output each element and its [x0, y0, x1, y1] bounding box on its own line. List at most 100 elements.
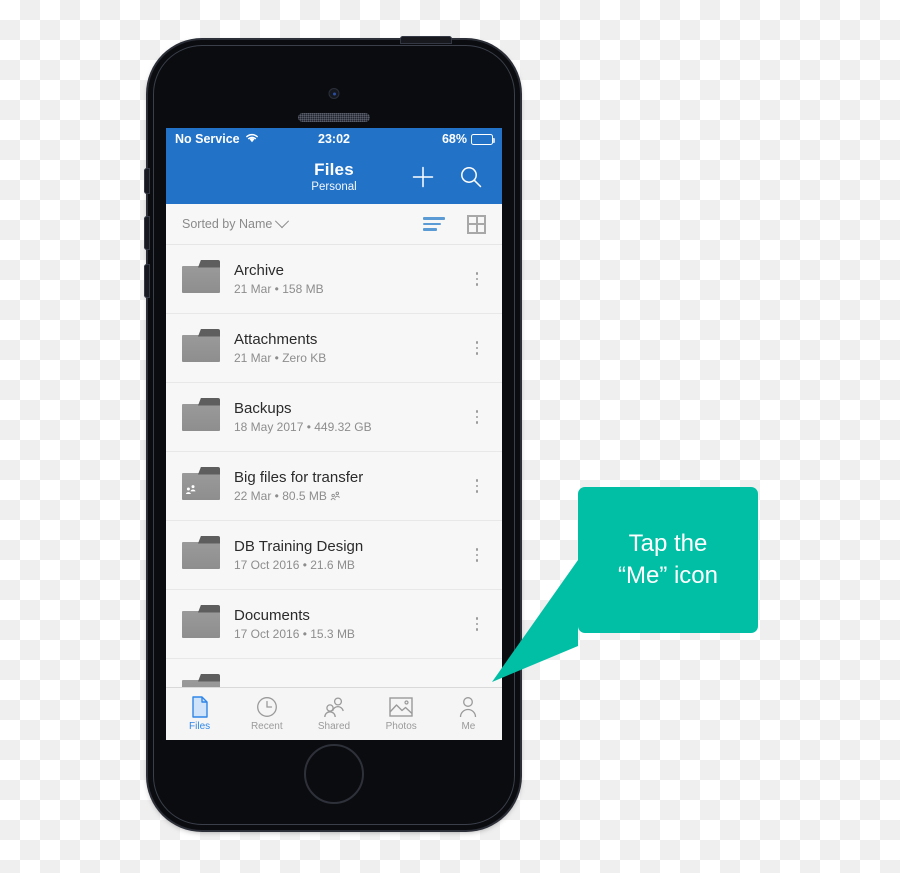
file-row[interactable]: Attachments 21 Mar • Zero KB [166, 314, 502, 383]
file-row[interactable]: Documents 17 Oct 2016 • 15.3 MB [166, 590, 502, 659]
person-icon [458, 696, 478, 718]
sort-dropdown[interactable]: Sorted by Name [182, 214, 290, 231]
mute-switch[interactable] [144, 168, 150, 194]
clock-icon [256, 696, 278, 718]
file-meta: 17 Oct 2016 • 21.6 MB [234, 558, 466, 572]
plus-icon[interactable] [410, 164, 436, 190]
file-row[interactable]: Backups 18 May 2017 • 449.32 GB [166, 383, 502, 452]
photo-icon [389, 696, 413, 718]
file-list: Archive 21 Mar • 158 MB Attachments 21 Mar … [166, 245, 502, 728]
menu-dot [475, 484, 479, 488]
tab-photos[interactable]: Photos [368, 696, 435, 732]
chevron-down-icon [275, 214, 290, 229]
menu-dot [475, 479, 479, 482]
file-name: Backups [234, 400, 292, 417]
file-row[interactable]: Archive 21 Mar • 158 MB [166, 245, 502, 314]
people-icon [185, 484, 197, 498]
file-row[interactable]: Big files for transfer 22 Mar • 80.5 MB [166, 452, 502, 521]
folder-icon [182, 403, 220, 431]
tab-label: Photos [385, 721, 417, 732]
row-overflow-menu-icon[interactable] [466, 479, 488, 493]
folder-icon [182, 334, 220, 362]
file-text: DB Training Design 17 Oct 2016 • 21.6 MB [234, 538, 466, 572]
list-line [423, 222, 441, 226]
tab-me[interactable]: Me [435, 696, 502, 732]
menu-dot [475, 352, 479, 355]
file-meta-text: 21 Mar • Zero KB [234, 351, 327, 365]
file-row[interactable]: DB Training Design 17 Oct 2016 • 21.6 MB [166, 521, 502, 590]
folder-icon [182, 265, 220, 293]
status-bar: No Service 23:02 68% [166, 128, 502, 150]
file-meta: 21 Mar • Zero KB [234, 351, 466, 365]
menu-dot [475, 272, 479, 275]
iphone-device: No Service 23:02 68% Files Personal Sort… [144, 36, 520, 830]
file-meta-text: 22 Mar • 80.5 MB [234, 489, 327, 503]
file-meta: 17 Oct 2016 • 15.3 MB [234, 627, 466, 641]
menu-dot [475, 622, 479, 626]
menu-dot [475, 421, 479, 424]
tab-label: Me [461, 721, 476, 732]
earpiece-speaker-icon [298, 113, 370, 122]
file-name: DB Training Design [234, 538, 364, 555]
document-icon [190, 696, 210, 718]
list-line [423, 228, 437, 231]
folder-icon [182, 472, 220, 500]
list-view-icon[interactable] [423, 217, 445, 231]
people-icon [322, 696, 346, 718]
menu-dot [475, 415, 479, 419]
row-overflow-menu-icon[interactable] [466, 410, 488, 424]
file-text: Backups 18 May 2017 • 449.32 GB [234, 400, 466, 434]
row-overflow-menu-icon[interactable] [466, 341, 488, 355]
file-name: Big files for transfer [234, 469, 364, 486]
folder-icon [182, 541, 220, 569]
menu-dot [475, 617, 479, 620]
file-meta: 18 May 2017 • 449.32 GB [234, 420, 466, 434]
file-meta: 22 Mar • 80.5 MB [234, 489, 466, 503]
file-name: Archive [234, 262, 285, 279]
volume-up-button[interactable] [144, 216, 150, 250]
battery-percent-label: 68% [441, 132, 467, 146]
tab-shared[interactable]: Shared [300, 696, 367, 732]
menu-dot [475, 628, 479, 631]
camera-lens-dot [332, 92, 336, 95]
file-text: Attachments 21 Mar • Zero KB [234, 331, 466, 365]
volume-down-button[interactable] [144, 264, 150, 298]
file-text: Documents 17 Oct 2016 • 15.3 MB [234, 607, 466, 641]
callout-bubble[interactable]: Tap the “Me” icon [578, 487, 758, 633]
tab-label: Files [189, 721, 211, 732]
people-icon [327, 491, 341, 503]
sort-bar: Sorted by Name [166, 204, 502, 245]
tab-bar: Files Recent Shared Photos Me [166, 687, 502, 740]
menu-dot [475, 559, 479, 562]
folder-icon [182, 610, 220, 638]
menu-dot [475, 341, 479, 344]
tab-files[interactable]: Files [166, 696, 233, 732]
search-icon[interactable] [458, 164, 484, 190]
menu-dot [475, 490, 479, 493]
grid-view-icon[interactable] [467, 214, 486, 234]
view-toggles [423, 214, 486, 234]
menu-dot [475, 548, 479, 551]
menu-dot [475, 410, 479, 413]
menu-dot [475, 283, 479, 286]
callout-line-1: Tap the [628, 530, 708, 558]
row-overflow-menu-icon[interactable] [466, 272, 488, 286]
tab-label: Shared [317, 721, 351, 732]
row-overflow-menu-icon[interactable] [466, 548, 488, 562]
file-meta-text: 21 Mar • 158 MB [234, 282, 324, 296]
file-meta-text: 17 Oct 2016 • 15.3 MB [234, 627, 355, 641]
file-meta-text: 17 Oct 2016 • 21.6 MB [234, 558, 355, 572]
tab-recent[interactable]: Recent [233, 696, 300, 732]
menu-dot [475, 346, 479, 350]
file-text: Archive 21 Mar • 158 MB [234, 262, 466, 296]
home-button[interactable] [304, 744, 364, 804]
file-meta: 21 Mar • 158 MB [234, 282, 466, 296]
status-bar-right: 68% [441, 132, 495, 146]
front-camera-icon [328, 88, 340, 99]
file-text: Big files for transfer 22 Mar • 80.5 MB [234, 469, 466, 503]
menu-dot [475, 277, 479, 281]
file-name: Documents [234, 607, 310, 624]
tab-label: Recent [250, 721, 283, 732]
row-overflow-menu-icon[interactable] [466, 617, 488, 631]
power-button[interactable] [400, 36, 452, 44]
